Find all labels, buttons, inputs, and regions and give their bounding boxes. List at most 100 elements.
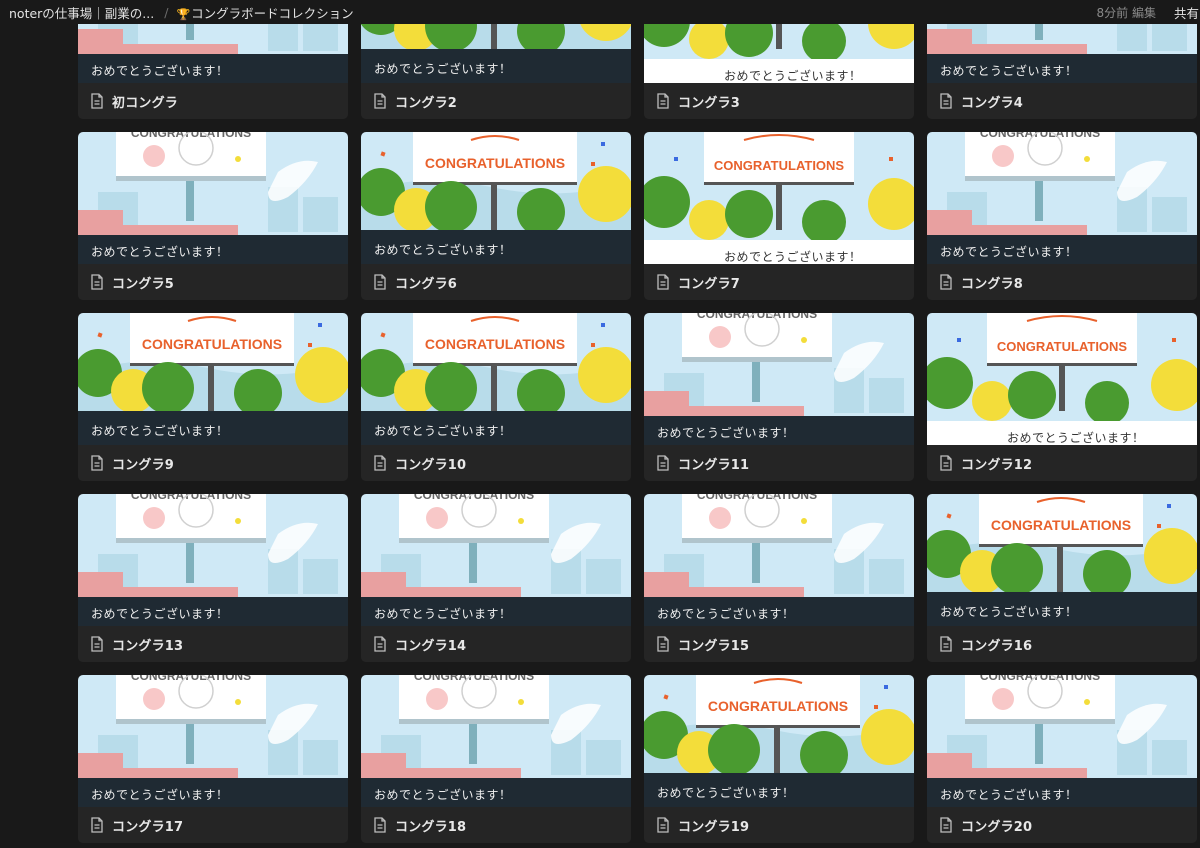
page-icon	[940, 636, 952, 652]
page-icon	[91, 455, 103, 471]
svg-text:CONGRATULATIONS: CONGRATULATIONS	[131, 675, 251, 683]
cover-message: おめでとうございます！	[724, 250, 862, 264]
card-title-bar[interactable]: コングラ14	[361, 626, 631, 662]
card-cover-image: CONGRATULATIONS おめでとうございます！	[78, 675, 348, 807]
page-icon	[374, 93, 386, 109]
last-edited: 8分前 編集	[1096, 5, 1156, 20]
page-icon	[940, 93, 952, 109]
gallery-card[interactable]: CONGRATULATIONS おめでとうございます！ コングラ9	[78, 313, 348, 481]
page-icon	[374, 817, 386, 833]
gallery-card[interactable]: CONGRATULATIONS おめでとうございます！ コングラ16	[927, 494, 1197, 662]
svg-text:CONGRATULATIONS: CONGRATULATIONS	[714, 158, 845, 173]
breadcrumb-workspace[interactable]: noterの仕事場｜副業の...	[9, 3, 154, 22]
gallery-card[interactable]: CONGRATULATIONS おめでとうございます！ コングラ6	[361, 132, 631, 300]
svg-text:CONGRATULATIONS: CONGRATULATIONS	[697, 494, 817, 502]
card-cover-image: CONGRATULATIONS おめでとうございます！	[78, 494, 348, 626]
card-cover-image: CONGRATULATIONS おめでとうございます！	[361, 494, 631, 626]
card-title-bar[interactable]: コングラ7	[644, 264, 914, 300]
gallery-card[interactable]: CONGRATULATIONS おめでとうございます！ コングラ10	[361, 313, 631, 481]
cover-message: おめでとうございます！	[374, 788, 512, 802]
card-title-bar[interactable]: コングラ12	[927, 445, 1197, 481]
card-title-bar[interactable]: コングラ18	[361, 807, 631, 843]
card-title-bar[interactable]: コングラ20	[927, 807, 1197, 843]
card-title: コングラ15	[678, 638, 750, 654]
card-title-bar[interactable]: コングラ6	[361, 264, 631, 300]
top-bar: noterの仕事場｜副業の... / 🏆コングラボードコレクション 8分前 編集…	[0, 0, 1200, 24]
card-title: コングラ3	[678, 95, 741, 111]
svg-text:CONGRATULATIONS: CONGRATULATIONS	[997, 339, 1128, 354]
breadcrumb-page-label: コングラボードコレクション	[191, 5, 354, 21]
card-title-bar[interactable]: コングラ15	[644, 626, 914, 662]
cover-message: おめでとうございます！	[940, 788, 1078, 802]
card-title-bar[interactable]: コングラ5	[78, 264, 348, 300]
card-cover-image: CONGRATULATIONS おめでとうございます！	[927, 494, 1197, 626]
card-cover-image: CONGRATULATIONS おめでとうございます！	[927, 675, 1197, 807]
card-title: コングラ20	[961, 819, 1033, 835]
card-title-bar[interactable]: コングラ13	[78, 626, 348, 662]
gallery-card[interactable]: CONGRATULATIONS おめでとうございます！ コングラ11	[644, 313, 914, 481]
card-cover-image: CONGRATULATIONS おめでとうございます！	[644, 494, 914, 626]
cover-message: おめでとうございます！	[1007, 431, 1145, 445]
card-title: コングラ9	[112, 457, 175, 473]
card-title-bar[interactable]: コングラ11	[644, 445, 914, 481]
gallery-card[interactable]: CONGRATULATIONS おめでとうございます！ コングラ19	[644, 675, 914, 843]
page-icon	[657, 817, 669, 833]
card-title: コングラ18	[395, 819, 467, 835]
cover-message: おめでとうございます！	[91, 424, 229, 438]
gallery-card[interactable]: CONGRATULATIONS おめでとうございます！ コングラ20	[927, 675, 1197, 843]
share-button[interactable]: 共有	[1174, 3, 1200, 22]
page-icon	[657, 274, 669, 290]
page-icon	[91, 817, 103, 833]
card-title-bar[interactable]: コングラ19	[644, 807, 914, 843]
card-title: コングラ2	[395, 95, 458, 111]
svg-text:CONGRATULATIONS: CONGRATULATIONS	[980, 675, 1100, 683]
breadcrumb-page[interactable]: 🏆コングラボードコレクション	[176, 3, 353, 22]
card-title: コングラ16	[961, 638, 1033, 654]
card-title-bar[interactable]: コングラ3	[644, 83, 914, 119]
svg-text:CONGRATULATIONS: CONGRATULATIONS	[425, 155, 565, 171]
cover-message: おめでとうございます！	[657, 786, 795, 800]
page-icon	[374, 455, 386, 471]
gallery-card[interactable]: CONGRATULATIONS おめでとうございます！ コングラ13	[78, 494, 348, 662]
card-cover-image: CONGRATULATIONS おめでとうございます！	[78, 132, 348, 264]
svg-text:CONGRATULATIONS: CONGRATULATIONS	[991, 517, 1131, 533]
card-title: コングラ10	[395, 457, 467, 473]
card-cover-image: CONGRATULATIONS おめでとうございます！	[361, 132, 631, 264]
card-title-bar[interactable]: 初コングラ	[78, 83, 348, 119]
card-title: コングラ12	[961, 457, 1033, 473]
gallery-card[interactable]: CONGRATULATIONS おめでとうございます！ コングラ18	[361, 675, 631, 843]
cover-message: おめでとうございます！	[374, 243, 512, 257]
card-cover-image: CONGRATULATIONS おめでとうございます！	[644, 675, 914, 807]
gallery-card[interactable]: CONGRATULATIONS おめでとうございます！ コングラ17	[78, 675, 348, 843]
card-title-bar[interactable]: コングラ2	[361, 83, 631, 119]
cover-message: おめでとうございます！	[91, 788, 229, 802]
breadcrumb-separator: /	[164, 4, 169, 20]
card-title-bar[interactable]: コングラ8	[927, 264, 1197, 300]
page-icon	[91, 636, 103, 652]
cover-message: おめでとうございます！	[374, 62, 512, 76]
page-icon	[374, 274, 386, 290]
gallery-card[interactable]: CONGRATULATIONS おめでとうございます！ コングラ5	[78, 132, 348, 300]
card-title-bar[interactable]: コングラ4	[927, 83, 1197, 119]
cover-message: おめでとうございます！	[657, 607, 795, 621]
card-title-bar[interactable]: コングラ10	[361, 445, 631, 481]
cover-message: おめでとうございます！	[940, 64, 1078, 78]
gallery-card[interactable]: CONGRATULATIONS おめでとうございます！ コングラ7	[644, 132, 914, 300]
cover-message: おめでとうございます！	[374, 607, 512, 621]
gallery-card[interactable]: CONGRATULATIONS おめでとうございます！ コングラ14	[361, 494, 631, 662]
card-cover-image: CONGRATULATIONS おめでとうございます！	[644, 313, 914, 445]
page-icon	[91, 93, 103, 109]
gallery-card[interactable]: CONGRATULATIONS おめでとうございます！ コングラ15	[644, 494, 914, 662]
card-title: コングラ5	[112, 276, 175, 292]
card-title: コングラ13	[112, 638, 184, 654]
card-cover-image: CONGRATULATIONS おめでとうございます！	[361, 313, 631, 445]
cover-message: おめでとうございます！	[940, 245, 1078, 259]
card-title-bar[interactable]: コングラ9	[78, 445, 348, 481]
card-title: コングラ7	[678, 276, 741, 292]
cover-message: おめでとうございます！	[657, 426, 795, 440]
card-title-bar[interactable]: コングラ16	[927, 626, 1197, 662]
gallery-card[interactable]: CONGRATULATIONS おめでとうございます！ コングラ12	[927, 313, 1197, 481]
card-title-bar[interactable]: コングラ17	[78, 807, 348, 843]
page-icon	[657, 93, 669, 109]
gallery-card[interactable]: CONGRATULATIONS おめでとうございます！ コングラ8	[927, 132, 1197, 300]
